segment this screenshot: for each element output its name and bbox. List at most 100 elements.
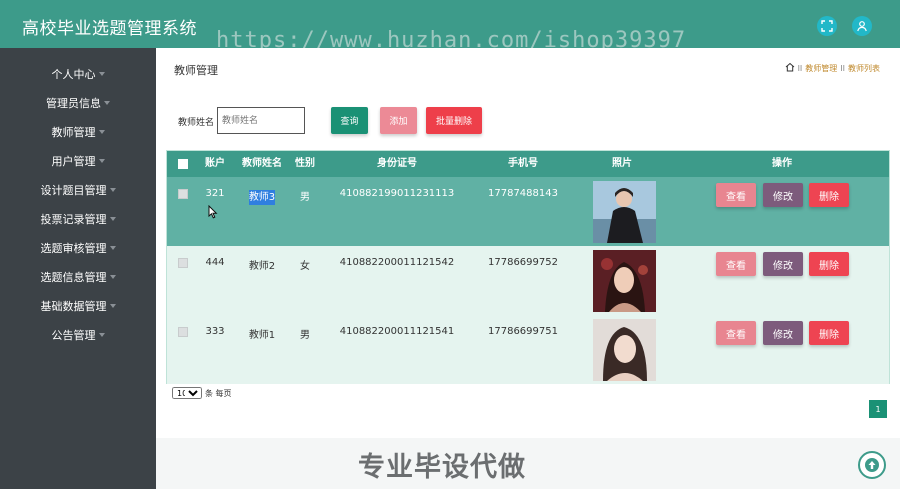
- fullscreen-button[interactable]: [817, 16, 837, 36]
- cell-id-number: 410882200011121541: [339, 326, 455, 337]
- cell-account: 444: [205, 257, 225, 268]
- table-header: 账户 教师姓名 性别 身份证号 手机号 照片 操作: [167, 151, 889, 177]
- sidebar: 个人中心 管理员信息 教师管理 用户管理 设计题目管理 投票记录管理 选题审核管…: [0, 48, 156, 489]
- caret-down-icon: [104, 101, 110, 105]
- back-to-top-button[interactable]: [858, 451, 886, 479]
- cell-account: 321: [205, 188, 225, 199]
- sidebar-item-label: 投票记录管理: [40, 213, 107, 226]
- caret-down-icon: [109, 275, 116, 279]
- caret-down-icon: [109, 304, 116, 308]
- sidebar-item-topic-review[interactable]: 选题审核管理: [0, 237, 156, 259]
- cell-gender: 女: [300, 261, 310, 272]
- caret-down-icon: [109, 188, 116, 192]
- sidebar-item-label: 用户管理: [51, 155, 96, 168]
- teacher-photo: [593, 181, 656, 243]
- column-header-gender: 性别: [295, 158, 315, 169]
- query-button[interactable]: 查询: [331, 107, 368, 134]
- select-all-checkbox[interactable]: [178, 159, 188, 169]
- pager: 10 条 每页: [172, 387, 232, 399]
- add-button[interactable]: 添加: [380, 107, 417, 134]
- sidebar-item-label: 选题审核管理: [40, 242, 107, 255]
- row-checkbox[interactable]: [178, 189, 188, 199]
- sidebar-item-label: 个人中心: [51, 68, 96, 81]
- sidebar-item-label: 公告管理: [51, 329, 96, 342]
- sidebar-item-label: 管理员信息: [46, 97, 101, 110]
- teacher-table: 账户 教师姓名 性别 身份证号 手机号 照片 操作 321 教师3 男 4108…: [166, 150, 890, 384]
- breadcrumb-separator: II: [840, 63, 845, 73]
- column-header-account: 账户: [205, 158, 225, 169]
- column-header-phone: 手机号: [508, 158, 538, 169]
- caret-down-icon: [98, 130, 105, 134]
- footer: 专业毕设代做: [156, 438, 900, 489]
- cell-phone: 17787488143: [488, 188, 558, 199]
- cell-phone: 17786699751: [488, 326, 558, 337]
- table-row[interactable]: 333 教师1 男 410882200011121541 17786699751…: [167, 315, 889, 384]
- teacher-name-search-input[interactable]: [217, 107, 305, 134]
- caret-down-icon: [98, 159, 105, 163]
- page-size-select[interactable]: 10: [172, 387, 202, 399]
- sidebar-item-label: 设计题目管理: [40, 184, 107, 197]
- view-button[interactable]: 查看: [716, 252, 756, 276]
- breadcrumb-separator: II: [797, 63, 803, 73]
- edit-button[interactable]: 修改: [763, 321, 803, 345]
- breadcrumb-item[interactable]: 教师列表: [848, 63, 880, 74]
- cell-name: 教师2: [248, 261, 276, 272]
- view-button[interactable]: 查看: [716, 183, 756, 207]
- column-header-id-number: 身份证号: [377, 158, 417, 169]
- edit-button[interactable]: 修改: [763, 252, 803, 276]
- arrow-up-icon: [865, 458, 879, 472]
- main-content: 教师管理 II 教师管理 II 教师列表 教师姓名 查询 添加 批量删除 账户 …: [156, 48, 900, 489]
- view-button[interactable]: 查看: [716, 321, 756, 345]
- caret-down-icon: [109, 217, 116, 221]
- sidebar-item-teacher-management[interactable]: 教师管理: [0, 121, 156, 143]
- sidebar-item-topic-management[interactable]: 设计题目管理: [0, 179, 156, 201]
- selected-text: 教师3: [248, 190, 276, 205]
- footer-watermark: 专业毕设代做: [358, 452, 526, 483]
- cell-gender: 男: [300, 330, 310, 341]
- home-icon[interactable]: [785, 62, 795, 74]
- cell-gender: 男: [300, 192, 310, 203]
- user-button[interactable]: [852, 16, 872, 36]
- sidebar-item-label: 教师管理: [51, 126, 96, 139]
- breadcrumb-item[interactable]: 教师管理: [805, 63, 837, 74]
- sidebar-item-label: 基础数据管理: [40, 300, 107, 313]
- sidebar-item-admin-info[interactable]: 管理员信息: [0, 92, 156, 114]
- per-page-label: 条 每页: [205, 388, 232, 398]
- caret-down-icon: [109, 246, 116, 250]
- sidebar-item-topic-info[interactable]: 选题信息管理: [0, 266, 156, 288]
- app-title: 高校毕业选题管理系统: [22, 19, 197, 39]
- column-header-name: 教师姓名: [242, 158, 282, 169]
- column-header-photo: 照片: [612, 158, 632, 169]
- table-row[interactable]: 321 教师3 男 410882199011231113 17787488143…: [167, 177, 889, 246]
- cell-account: 333: [205, 326, 225, 337]
- sidebar-item-basic-data[interactable]: 基础数据管理: [0, 295, 156, 317]
- delete-button[interactable]: 删除: [809, 321, 849, 345]
- batch-delete-button[interactable]: 批量删除: [426, 107, 482, 134]
- breadcrumb: II 教师管理 II 教师列表: [785, 62, 880, 74]
- sidebar-item-label: 选题信息管理: [40, 271, 107, 284]
- fullscreen-icon: [821, 20, 833, 32]
- delete-button[interactable]: 删除: [809, 183, 849, 207]
- sidebar-item-personal-center[interactable]: 个人中心: [0, 63, 156, 85]
- row-checkbox[interactable]: [178, 258, 188, 268]
- cell-name: 教师1: [248, 330, 276, 341]
- sidebar-item-vote-records[interactable]: 投票记录管理: [0, 208, 156, 230]
- cell-phone: 17786699752: [488, 257, 558, 268]
- teacher-photo: [593, 250, 656, 312]
- teacher-photo: [593, 319, 656, 381]
- user-icon: [857, 21, 867, 32]
- delete-button[interactable]: 删除: [809, 252, 849, 276]
- caret-down-icon: [98, 333, 105, 337]
- mouse-cursor-icon: [208, 204, 218, 223]
- page-number-button[interactable]: 1: [869, 400, 887, 418]
- edit-button[interactable]: 修改: [763, 183, 803, 207]
- table-row[interactable]: 444 教师2 女 410882200011121542 17786699752…: [167, 246, 889, 315]
- sidebar-item-user-management[interactable]: 用户管理: [0, 150, 156, 172]
- cell-id-number: 410882200011121542: [339, 257, 455, 268]
- sidebar-item-announcements[interactable]: 公告管理: [0, 324, 156, 346]
- row-checkbox[interactable]: [178, 327, 188, 337]
- cell-id-number: 410882199011231113: [339, 188, 455, 199]
- caret-down-icon: [98, 72, 105, 76]
- column-header-actions: 操作: [772, 158, 792, 169]
- search-label: 教师姓名: [178, 118, 215, 128]
